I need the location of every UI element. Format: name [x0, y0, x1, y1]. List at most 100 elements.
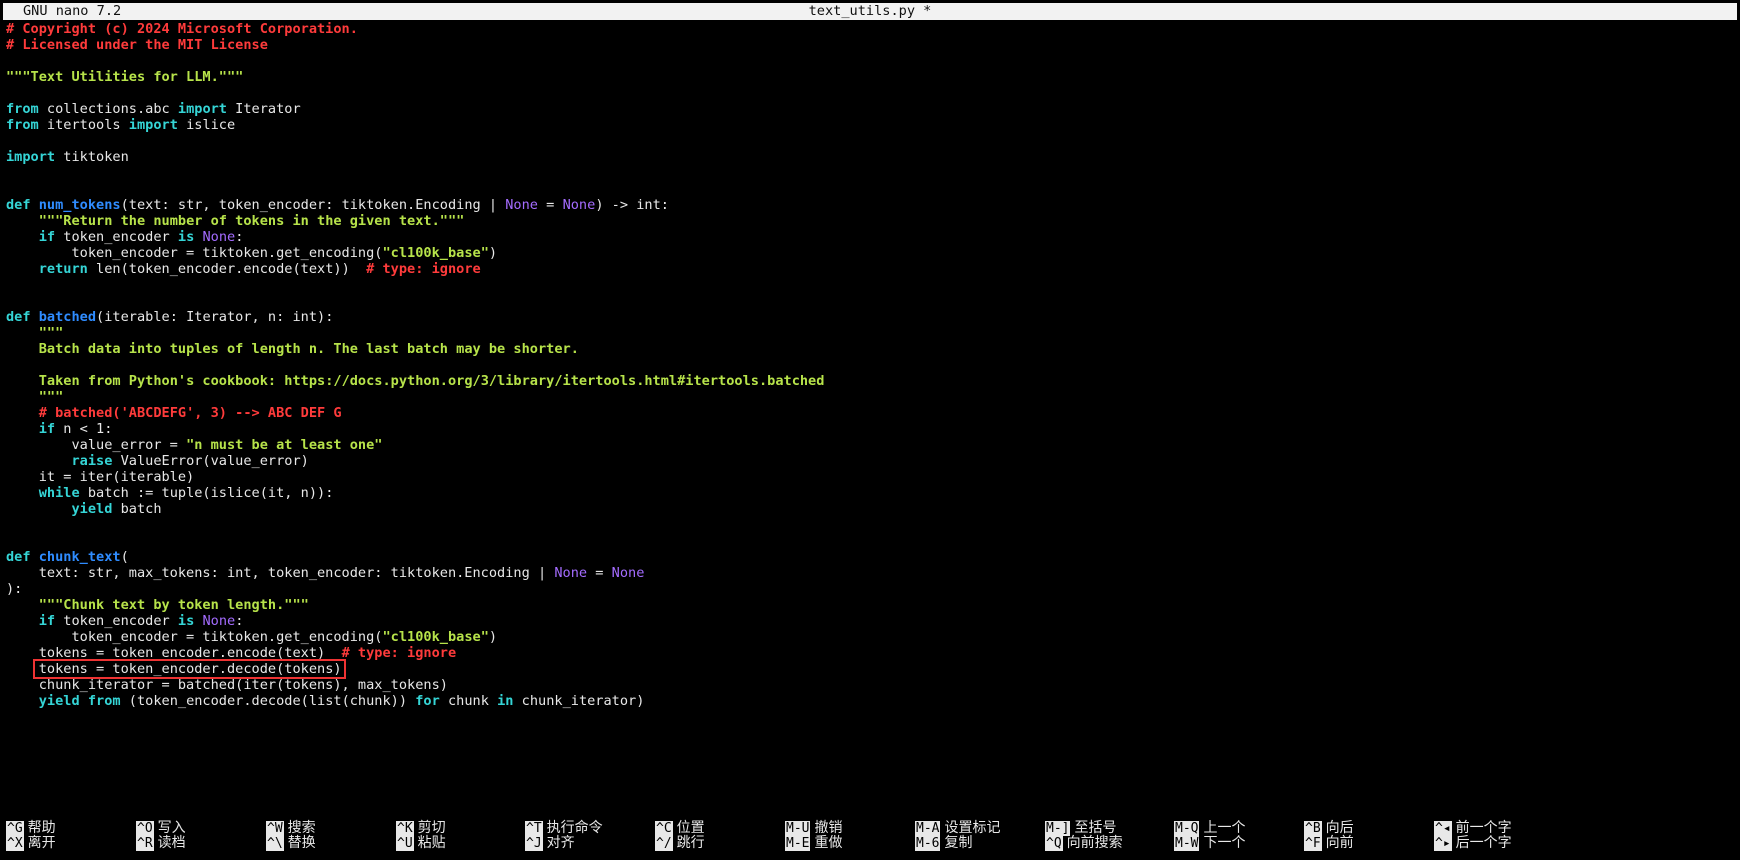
code-line[interactable]: # batched('ABCDEFG', 3) --> ABC DEF G	[6, 405, 1734, 421]
code-line[interactable]: def chunk_text(	[6, 549, 1734, 565]
shortcut-item[interactable]: M-A 设置标记	[915, 820, 1000, 836]
code-token: # batched('ABCDEFG', 3) --> ABC DEF G	[38, 405, 342, 421]
code-line[interactable]	[6, 133, 1734, 149]
shortcut-item[interactable]: M-E 重做	[785, 835, 842, 851]
shortcut-item[interactable]: ^/跳行	[655, 835, 705, 851]
code-line[interactable]: return len(token_encoder.encode(text)) #…	[6, 261, 1734, 277]
shortcut-item[interactable]: ^C 位置	[655, 820, 705, 836]
code-line[interactable]: raise ValueError(value_error)	[6, 453, 1734, 469]
shortcut-item[interactable]: ^\ 替换	[266, 835, 316, 851]
shortcut-label: 粘贴	[417, 835, 446, 851]
shortcut-key: ^R	[136, 836, 154, 851]
code-line[interactable]	[6, 85, 1734, 101]
code-line[interactable]: """Return the number of tokens in the gi…	[6, 213, 1734, 229]
code-token: chunk	[439, 693, 498, 709]
code-line[interactable]: text: str, max_tokens: int, token_encode…	[6, 565, 1734, 581]
shortcut-key: ^◂	[1434, 821, 1452, 836]
code-line[interactable]: Batch data into tuples of length n. The …	[6, 341, 1734, 357]
code-token: )	[488, 629, 498, 645]
shortcut-item[interactable]: ^J 对齐	[525, 835, 575, 851]
code-token: "cl100k_base"	[382, 245, 489, 261]
code-line[interactable]: ):	[6, 581, 1734, 597]
code-line[interactable]: def num_tokens(text: str, token_encoder:…	[6, 197, 1734, 213]
code-line[interactable]	[6, 293, 1734, 309]
code-line[interactable]: def batched(iterable: Iterator, n: int):	[6, 309, 1734, 325]
code-line[interactable]: """	[6, 389, 1734, 405]
editor-text-area[interactable]: # Copyright (c) 2024 Microsoft Corporati…	[6, 21, 1734, 721]
shortcut-key: M-U	[785, 821, 811, 836]
code-token: def	[6, 197, 31, 213]
code-line[interactable]: yield batch	[6, 501, 1734, 517]
code-line[interactable]	[6, 181, 1734, 197]
code-token: value_error =	[6, 437, 187, 453]
code-line[interactable]	[6, 533, 1734, 549]
code-token: """	[38, 325, 64, 341]
code-line[interactable]: token_encoder = tiktoken.get_encoding("c…	[6, 245, 1734, 261]
shortcut-item[interactable]: ^K 剪切	[396, 820, 446, 836]
shortcut-item[interactable]: ^R 读档	[136, 835, 186, 851]
code-line[interactable]: # Copyright (c) 2024 Microsoft Corporati…	[6, 21, 1734, 37]
code-token: None	[202, 613, 236, 629]
shortcut-item[interactable]: ^Q 向前搜索	[1045, 835, 1123, 851]
code-token: it = iter(iterable)	[6, 469, 195, 485]
shortcut-label: 离开	[27, 835, 56, 851]
code-line[interactable]	[6, 165, 1734, 181]
code-line[interactable]: tokens = token_encoder.decode(tokens)	[6, 659, 1734, 679]
shortcut-item[interactable]: ^G 帮助	[6, 820, 56, 836]
shortcut-label: 复制	[944, 835, 973, 851]
shortcut-item[interactable]: ^◂ 前一个字	[1434, 820, 1512, 836]
shortcut-key: M-]	[1045, 821, 1071, 836]
code-line[interactable]: import tiktoken	[6, 149, 1734, 165]
shortcut-item[interactable]: ^X 离开	[6, 835, 56, 851]
code-line[interactable]: Taken from Python's cookbook: https://do…	[6, 373, 1734, 389]
code-line[interactable]: if n < 1:	[6, 421, 1734, 437]
code-line[interactable]: if token_encoder is None:	[6, 229, 1734, 245]
shortcut-item[interactable]: M-U 撤销	[785, 820, 842, 836]
shortcut-item[interactable]: ^W 搜索	[266, 820, 316, 836]
code-token: None	[505, 197, 538, 213]
shortcut-item[interactable]: ^▸ 后一个字	[1434, 835, 1512, 851]
code-token: itertools	[38, 117, 129, 133]
code-line[interactable]: value_error = "n must be at least one"	[6, 437, 1734, 453]
shortcut-row: ^X 离开 ^R 读档 ^\ 替换 ^U 粘贴 ^J 对齐 ^/跳行 M-E 重做 M-6 复制 ^Q 向前搜索…	[6, 835, 1734, 851]
code-line[interactable]: from collections.abc import Iterator	[6, 101, 1734, 117]
code-line[interactable]: """Chunk text by token length."""	[6, 597, 1734, 613]
code-line[interactable]: while batch := tuple(islice(it, n)):	[6, 485, 1734, 501]
shortcut-item[interactable]: M-6 复制	[915, 835, 972, 851]
shortcut-item[interactable]: ^T 执行命令	[525, 820, 603, 836]
shortcut-item[interactable]: ^O 写入	[136, 820, 186, 836]
shortcut-item[interactable]: ^U 粘贴	[396, 835, 446, 851]
code-line[interactable]: tokens = token_encoder.encode(text) # ty…	[6, 645, 1734, 661]
shortcut-label: 读档	[157, 835, 186, 851]
shortcut-item[interactable]: ^B 向后	[1304, 820, 1354, 836]
code-token: None	[611, 565, 645, 581]
shortcut-label: 向前	[1325, 835, 1354, 851]
code-line[interactable]	[6, 277, 1734, 293]
code-token: ):	[6, 581, 23, 597]
shortcut-item[interactable]: M-W 下一个	[1174, 835, 1245, 851]
code-line[interactable]: from itertools import islice	[6, 117, 1734, 133]
code-line[interactable]: if token_encoder is None:	[6, 613, 1734, 629]
code-line[interactable]: token_encoder = tiktoken.get_encoding("c…	[6, 629, 1734, 645]
code-token: """Chunk text by token length."""	[38, 597, 309, 613]
shortcut-item[interactable]: ^F 向前	[1304, 835, 1354, 851]
shortcut-label: 下一个	[1203, 835, 1246, 851]
code-line[interactable]: # Licensed under the MIT License	[6, 37, 1734, 53]
code-token: batch := tuple(islice(it, n)):	[79, 485, 334, 501]
code-line[interactable]: it = iter(iterable)	[6, 469, 1734, 485]
code-line[interactable]: """Text Utilities for LLM."""	[6, 69, 1734, 85]
code-line[interactable]: """	[6, 325, 1734, 341]
code-line[interactable]: chunk_iterator = batched(iter(tokens), m…	[6, 677, 1734, 693]
code-line[interactable]	[6, 53, 1734, 69]
shortcut-item[interactable]: M-] 至括号	[1045, 820, 1116, 836]
code-line[interactable]: yield from (token_encoder.decode(list(ch…	[6, 693, 1734, 709]
code-token: is	[177, 613, 195, 629]
code-token: chunk_text	[38, 549, 121, 565]
code-line[interactable]	[6, 357, 1734, 373]
shortcut-item[interactable]: M-Q 上一个	[1174, 820, 1245, 836]
code-line[interactable]	[6, 517, 1734, 533]
shortcut-label: 后一个字	[1455, 835, 1512, 851]
